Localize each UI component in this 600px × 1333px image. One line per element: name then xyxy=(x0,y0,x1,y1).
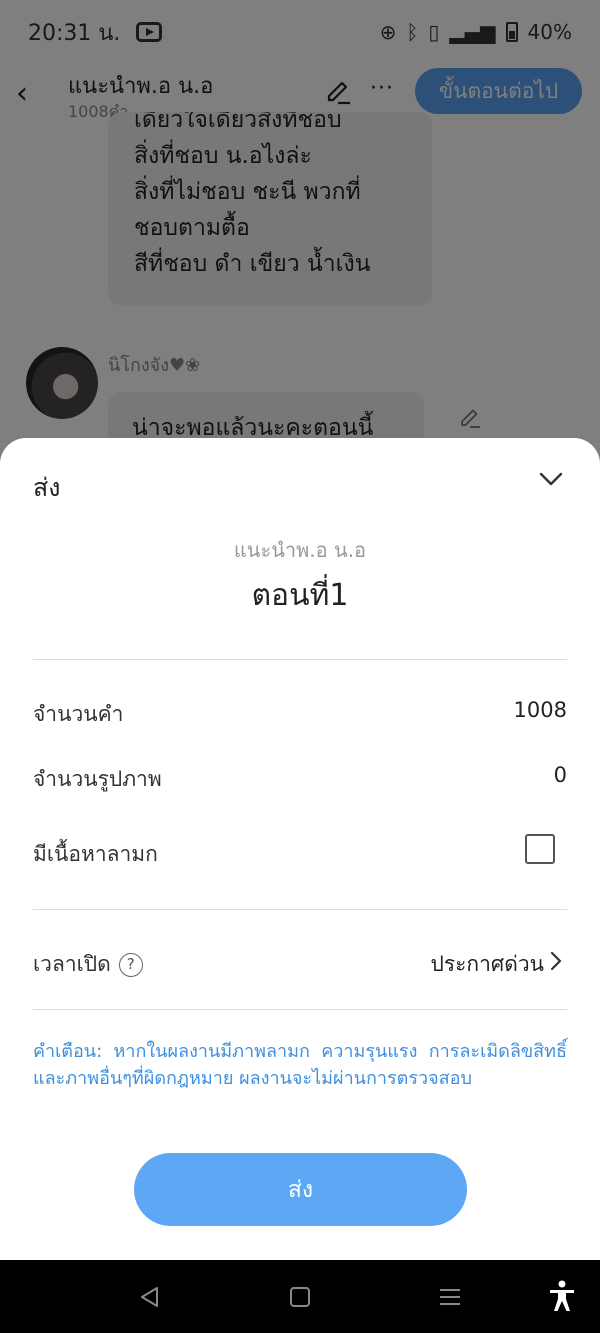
sheet-title: ส่ง xyxy=(33,473,61,502)
divider xyxy=(33,1009,567,1010)
story-name: แนะนำพ.อ น.อ xyxy=(233,538,367,562)
submit-button[interactable]: ส่ง xyxy=(134,1153,467,1226)
nav-back-icon[interactable] xyxy=(138,1285,160,1309)
publish-time-value[interactable]: ประกาศด่วน xyxy=(430,948,544,981)
warning-text: คำเตือน: หากในผลงานมีภาพลามก ความรุนแรง … xyxy=(33,1041,567,1089)
accessibility-icon[interactable] xyxy=(548,1280,576,1312)
image-count-label: จำนวนรูปภาพ xyxy=(33,767,162,791)
publish-time-label: เวลาเปิด xyxy=(33,952,111,976)
divider xyxy=(33,659,567,660)
nav-menu-icon[interactable] xyxy=(440,1288,460,1306)
word-count-value: 1008 xyxy=(513,698,567,722)
mature-content-checkbox[interactable] xyxy=(525,834,555,864)
publish-time-row: เวลาเปิด? xyxy=(33,948,143,981)
image-count-value: 0 xyxy=(553,763,567,787)
submit-sheet: ส่ง แนะนำพ.อ น.อ ตอนที่1 จำนวนคำ 1008 จำ… xyxy=(0,438,600,1260)
chevron-down-icon[interactable] xyxy=(538,466,564,492)
chevron-right-icon[interactable] xyxy=(548,950,564,972)
navigation-bar xyxy=(0,1260,600,1333)
nav-home-icon[interactable] xyxy=(290,1287,310,1307)
help-icon[interactable]: ? xyxy=(118,953,143,977)
divider xyxy=(33,909,567,910)
mature-content-label: มีเนื้อหาลามก xyxy=(33,842,158,866)
chapter-title: ตอนที่1 xyxy=(251,578,349,613)
word-count-label: จำนวนคำ xyxy=(33,702,124,726)
